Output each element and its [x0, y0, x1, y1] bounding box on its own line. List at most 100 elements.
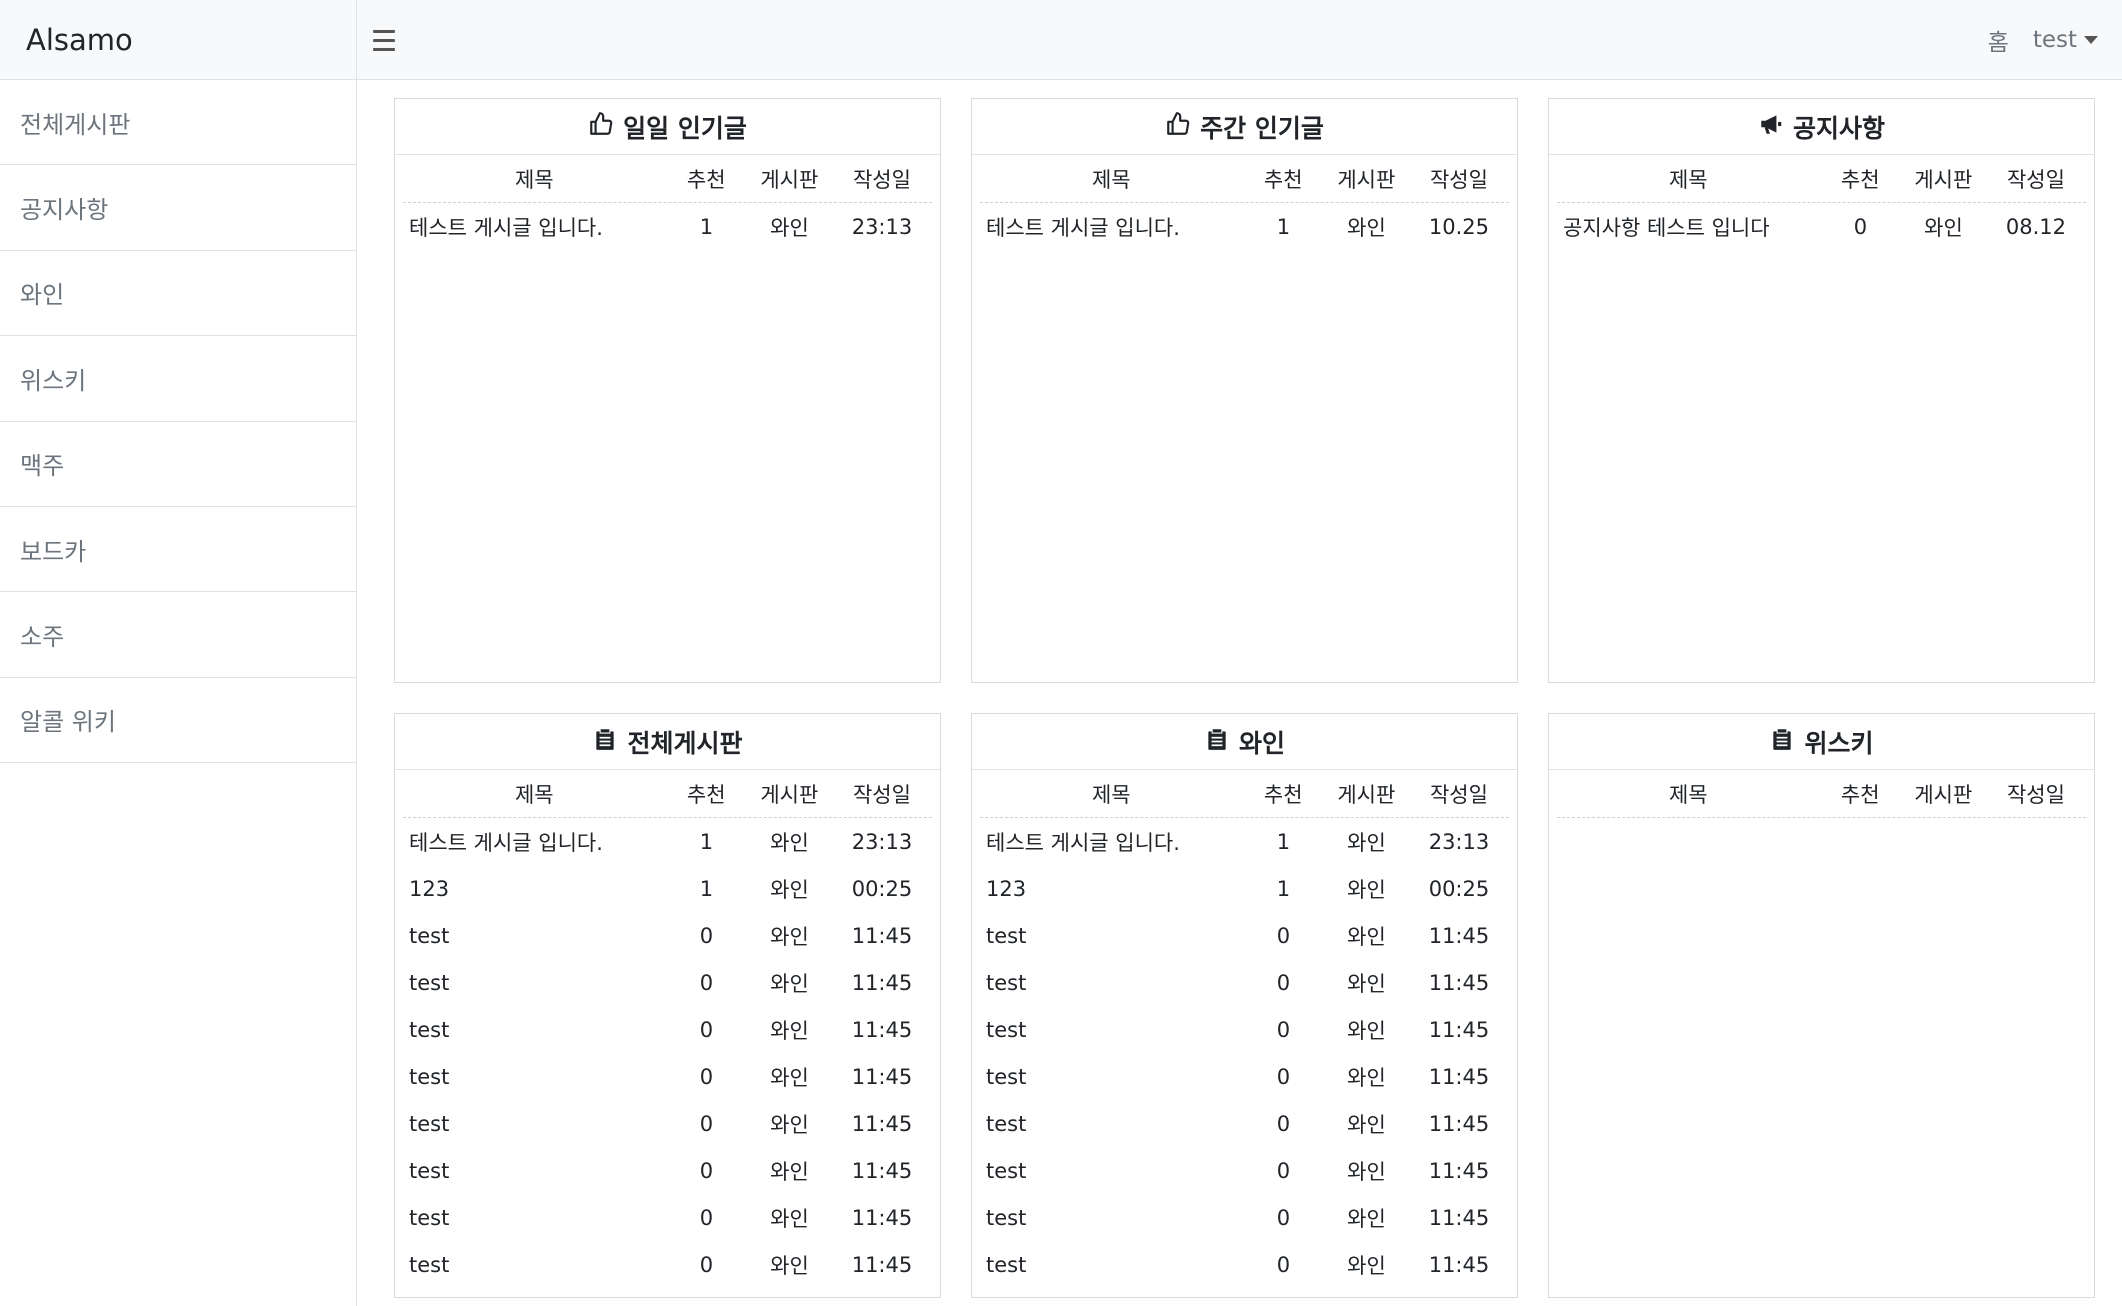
- post-title[interactable]: test: [980, 1018, 1243, 1042]
- table-row[interactable]: test 0 와인 11:45: [403, 1194, 932, 1241]
- sidebar-item-beer[interactable]: 맥주: [0, 422, 356, 507]
- card-header[interactable]: 와인: [972, 714, 1517, 770]
- card-header[interactable]: 일일 인기글: [395, 99, 940, 155]
- table-row[interactable]: 테스트 게시글 입니다. 1 와인 10.25: [980, 203, 1509, 250]
- table-row[interactable]: test 0 와인 11:45: [980, 1053, 1509, 1100]
- column-header-title: 제목: [1668, 167, 1708, 192]
- sidebar-item-label: 공지사항: [20, 196, 109, 225]
- sidebar-item-wine[interactable]: 와인: [0, 251, 356, 337]
- post-date: 11:45: [851, 1252, 913, 1277]
- table-row[interactable]: test 0 와인 11:45: [403, 1147, 932, 1194]
- post-title[interactable]: 테스트 게시글 입니다.: [980, 827, 1243, 857]
- post-board: 와인: [1924, 215, 1963, 240]
- column-header-recommend: 추천: [1263, 167, 1303, 192]
- sidebar-item-alcohol-wiki[interactable]: 알콜 위키: [0, 678, 356, 764]
- post-title[interactable]: test: [980, 1112, 1243, 1136]
- post-recommend-count: 0: [699, 1017, 714, 1042]
- post-date: 00:25: [1428, 876, 1490, 901]
- post-title[interactable]: test: [403, 1065, 666, 1089]
- table-row[interactable]: test 0 와인 11:45: [403, 1006, 932, 1053]
- table-row[interactable]: 테스트 게시글 입니다. 1 와인 23:13: [403, 818, 932, 865]
- post-date: 23:13: [851, 214, 913, 239]
- card-notice: 공지사항 제목 추천 게시판 작성일 공지사항 테스트 입니다 0 와인 08.12: [1548, 98, 2095, 683]
- table-header-row: 제목 추천 게시판 작성일: [980, 155, 1509, 203]
- post-title[interactable]: test: [403, 1206, 666, 1230]
- post-title[interactable]: 123: [980, 877, 1243, 901]
- post-recommend-count: 0: [699, 1205, 714, 1230]
- post-board: 와인: [1347, 971, 1386, 996]
- post-title[interactable]: test: [403, 971, 666, 995]
- post-recommend-count: 0: [1276, 923, 1291, 948]
- post-title[interactable]: test: [403, 1018, 666, 1042]
- table-row[interactable]: test 0 와인 11:45: [403, 959, 932, 1006]
- table-row[interactable]: test 0 와인 11:45: [403, 912, 932, 959]
- post-board: 와인: [1347, 1253, 1386, 1278]
- post-title[interactable]: test: [403, 1159, 666, 1183]
- post-table: 제목 추천 게시판 작성일 테스트 게시글 입니다. 1 와인 23:13: [395, 155, 940, 250]
- table-row[interactable]: test 0 와인 11:45: [403, 1053, 932, 1100]
- post-title[interactable]: 123: [403, 877, 666, 901]
- post-recommend-count: 0: [1853, 214, 1868, 239]
- column-header-date: 작성일: [1429, 167, 1488, 192]
- table-row[interactable]: 123 1 와인 00:25: [403, 865, 932, 912]
- card-daily-popular: 일일 인기글 제목 추천 게시판 작성일 테스트 게시글 입니다. 1 와인 23:13: [394, 98, 941, 683]
- post-title[interactable]: 테스트 게시글 입니다.: [403, 212, 666, 242]
- card-title: 공지사항: [1792, 113, 1885, 143]
- post-title[interactable]: test: [980, 1065, 1243, 1089]
- post-title[interactable]: test: [403, 1253, 666, 1277]
- card-header[interactable]: 위스키: [1549, 714, 2094, 770]
- post-board: 와인: [770, 1112, 809, 1137]
- clipboard-icon: [592, 726, 618, 758]
- post-date: 10.25: [1428, 214, 1490, 239]
- nav-home-link[interactable]: 홈: [1988, 23, 2009, 57]
- caret-down-icon: [2084, 36, 2098, 44]
- sidebar-item-vodka[interactable]: 보드카: [0, 507, 356, 593]
- post-board: 와인: [1347, 924, 1386, 949]
- table-row[interactable]: 테스트 게시글 입니다. 1 와인 23:13: [980, 818, 1509, 865]
- table-row[interactable]: 테스트 게시글 입니다. 1 와인 23:13: [403, 203, 932, 250]
- sidebar-item-notice[interactable]: 공지사항: [0, 165, 356, 251]
- post-board: 와인: [770, 1159, 809, 1184]
- card-header[interactable]: 주간 인기글: [972, 99, 1517, 155]
- post-board: 와인: [770, 1018, 809, 1043]
- sidebar-item-whiskey[interactable]: 위스키: [0, 336, 356, 422]
- sidebar-item-all-boards[interactable]: 전체게시판: [0, 80, 356, 166]
- table-row[interactable]: test 0 와인 11:45: [980, 959, 1509, 1006]
- column-header-recommend: 추천: [1263, 782, 1303, 807]
- post-recommend-count: 0: [699, 1252, 714, 1277]
- post-board: 와인: [770, 1253, 809, 1278]
- card-title: 주간 인기글: [1200, 113, 1324, 143]
- post-title[interactable]: 테스트 게시글 입니다.: [403, 827, 666, 857]
- table-row[interactable]: test 0 와인 11:45: [980, 1241, 1509, 1288]
- post-title[interactable]: test: [403, 924, 666, 948]
- table-row[interactable]: test 0 와인 11:45: [980, 1100, 1509, 1147]
- card-header[interactable]: 공지사항: [1549, 99, 2094, 155]
- brand-logo[interactable]: Alsamo: [0, 0, 357, 80]
- table-row[interactable]: test 0 와인 11:45: [980, 912, 1509, 959]
- post-title[interactable]: 공지사항 테스트 입니다: [1557, 212, 1820, 242]
- post-title[interactable]: test: [980, 971, 1243, 995]
- post-title[interactable]: test: [980, 1206, 1243, 1230]
- post-title[interactable]: test: [980, 1253, 1243, 1277]
- post-title[interactable]: 테스트 게시글 입니다.: [980, 212, 1243, 242]
- user-menu-dropdown[interactable]: test: [2033, 27, 2098, 53]
- table-row[interactable]: 123 1 와인 00:25: [980, 865, 1509, 912]
- post-title[interactable]: test: [403, 1112, 666, 1136]
- table-header-row: 제목 추천 게시판 작성일: [1557, 770, 2086, 818]
- top-navbar: 홈 test: [357, 0, 2122, 80]
- card-header[interactable]: 전체게시판: [395, 714, 940, 770]
- nav-right: 홈 test: [1988, 0, 2098, 80]
- table-row[interactable]: test 0 와인 11:45: [980, 1006, 1509, 1053]
- brand-name: Alsamo: [26, 22, 133, 57]
- table-row[interactable]: test 0 와인 11:45: [980, 1194, 1509, 1241]
- sidebar-item-soju[interactable]: 소주: [0, 592, 356, 678]
- post-title[interactable]: test: [980, 924, 1243, 948]
- table-row[interactable]: test 0 와인 11:45: [403, 1241, 932, 1288]
- table-row[interactable]: test 0 와인 11:45: [403, 1100, 932, 1147]
- table-row[interactable]: test 0 와인 11:45: [980, 1147, 1509, 1194]
- post-recommend-count: 0: [1276, 1064, 1291, 1089]
- table-row[interactable]: 공지사항 테스트 입니다 0 와인 08.12: [1557, 203, 2086, 250]
- post-title[interactable]: test: [980, 1159, 1243, 1183]
- column-header-recommend: 추천: [1840, 782, 1880, 807]
- sidebar-toggle-button[interactable]: [373, 22, 411, 58]
